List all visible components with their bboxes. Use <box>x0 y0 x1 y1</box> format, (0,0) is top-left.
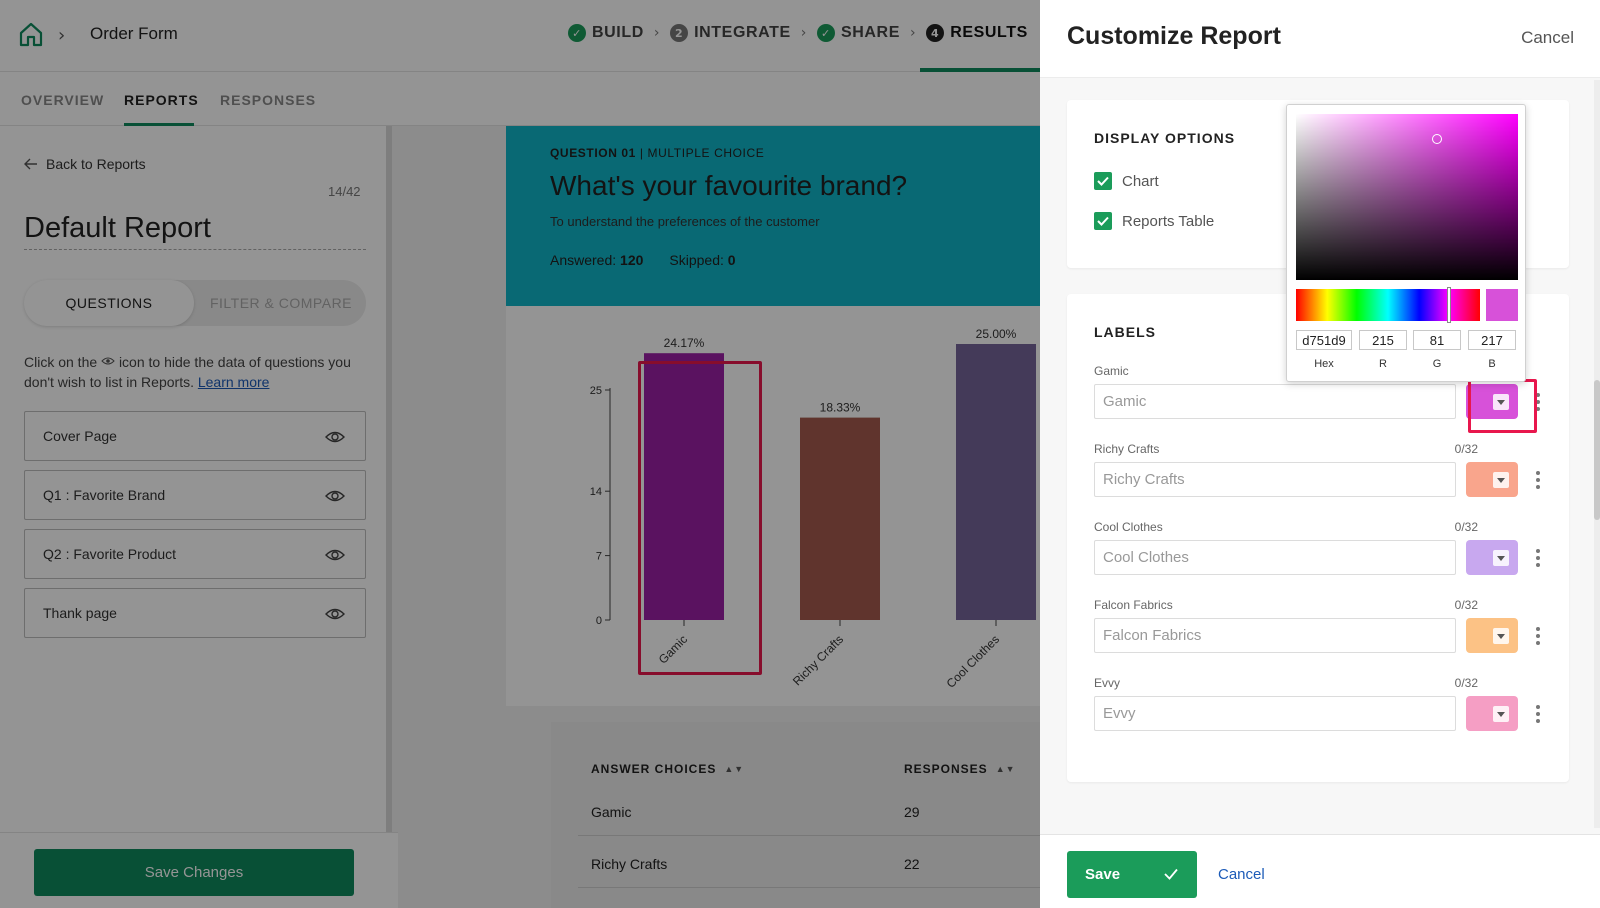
save-label: Save <box>1085 866 1121 883</box>
header-cancel-button[interactable]: Cancel <box>1521 28 1574 48</box>
color-preview <box>1486 289 1518 321</box>
hue-slider[interactable] <box>1296 287 1480 323</box>
label-input[interactable]: Evvy <box>1094 696 1456 731</box>
hex-label: Hex <box>1314 358 1334 370</box>
display-options-title: DISPLAY OPTIONS <box>1094 130 1236 146</box>
checkbox-checked-icon[interactable] <box>1094 172 1112 190</box>
drawer-title: Customize Report <box>1067 22 1281 50</box>
blue-label: B <box>1488 358 1496 370</box>
reports-table-option[interactable]: Reports Table <box>1094 212 1214 230</box>
hue-handle[interactable] <box>1447 287 1451 323</box>
label-field-name: Gamic <box>1094 364 1129 378</box>
label-input[interactable]: Gamic <box>1094 384 1456 419</box>
color-swatch-button[interactable] <box>1466 540 1518 575</box>
option-label: Reports Table <box>1122 212 1215 230</box>
modal-backdrop[interactable] <box>0 0 1040 908</box>
footer-cancel-link[interactable]: Cancel <box>1218 866 1265 883</box>
label-input[interactable]: Falcon Fabrics <box>1094 618 1456 653</box>
labels-title: LABELS <box>1094 324 1156 340</box>
color-picker: d751d9 215 81 217 Hex R G B <box>1286 104 1526 382</box>
chart-option[interactable]: Chart <box>1094 172 1159 190</box>
color-swatch-button[interactable] <box>1466 462 1518 497</box>
label-char-count: 0/32 <box>1454 442 1478 456</box>
more-options-icon[interactable] <box>1536 549 1540 567</box>
save-button[interactable]: Save <box>1067 851 1197 898</box>
check-icon <box>1164 868 1178 880</box>
blue-input[interactable]: 217 <box>1468 330 1516 350</box>
green-input[interactable]: 81 <box>1413 330 1461 350</box>
more-options-icon[interactable] <box>1536 471 1540 489</box>
scrollbar-thumb[interactable] <box>1594 380 1600 520</box>
label-field-name: Evvy <box>1094 676 1121 690</box>
more-options-icon[interactable] <box>1536 627 1540 645</box>
drawer-header: Customize Report Cancel <box>1040 0 1600 78</box>
more-options-icon[interactable] <box>1536 705 1540 723</box>
label-char-count: 0/32 <box>1454 676 1478 690</box>
label-input[interactable]: Richy Crafts <box>1094 462 1456 497</box>
label-field-name: Cool Clothes <box>1094 520 1163 534</box>
color-swatch-button[interactable] <box>1466 384 1518 419</box>
hex-input[interactable]: d751d9 <box>1296 330 1352 350</box>
red-label: R <box>1379 358 1387 370</box>
drawer-scrollbar[interactable] <box>1594 80 1600 828</box>
label-char-count: 0/32 <box>1454 598 1478 612</box>
red-input[interactable]: 215 <box>1359 330 1407 350</box>
caret-down-icon <box>1493 706 1509 722</box>
label-field-name: Richy Crafts <box>1094 442 1160 456</box>
label-field-name: Falcon Fabrics <box>1094 598 1173 612</box>
caret-down-icon <box>1493 550 1509 566</box>
color-swatch-button[interactable] <box>1466 696 1518 731</box>
caret-down-icon <box>1493 628 1509 644</box>
caret-down-icon <box>1493 394 1509 410</box>
label-input[interactable]: Cool Clothes <box>1094 540 1456 575</box>
drawer-footer: Save Cancel <box>1040 834 1600 908</box>
color-swatch-button[interactable] <box>1466 618 1518 653</box>
checkbox-checked-icon[interactable] <box>1094 212 1112 230</box>
label-char-count: 0/32 <box>1454 520 1478 534</box>
green-label: G <box>1432 358 1442 370</box>
saturation-value-area[interactable] <box>1296 114 1518 280</box>
option-label: Chart <box>1122 172 1159 190</box>
saturation-handle[interactable] <box>1432 134 1442 144</box>
more-options-icon[interactable] <box>1536 393 1540 411</box>
caret-down-icon <box>1493 472 1509 488</box>
